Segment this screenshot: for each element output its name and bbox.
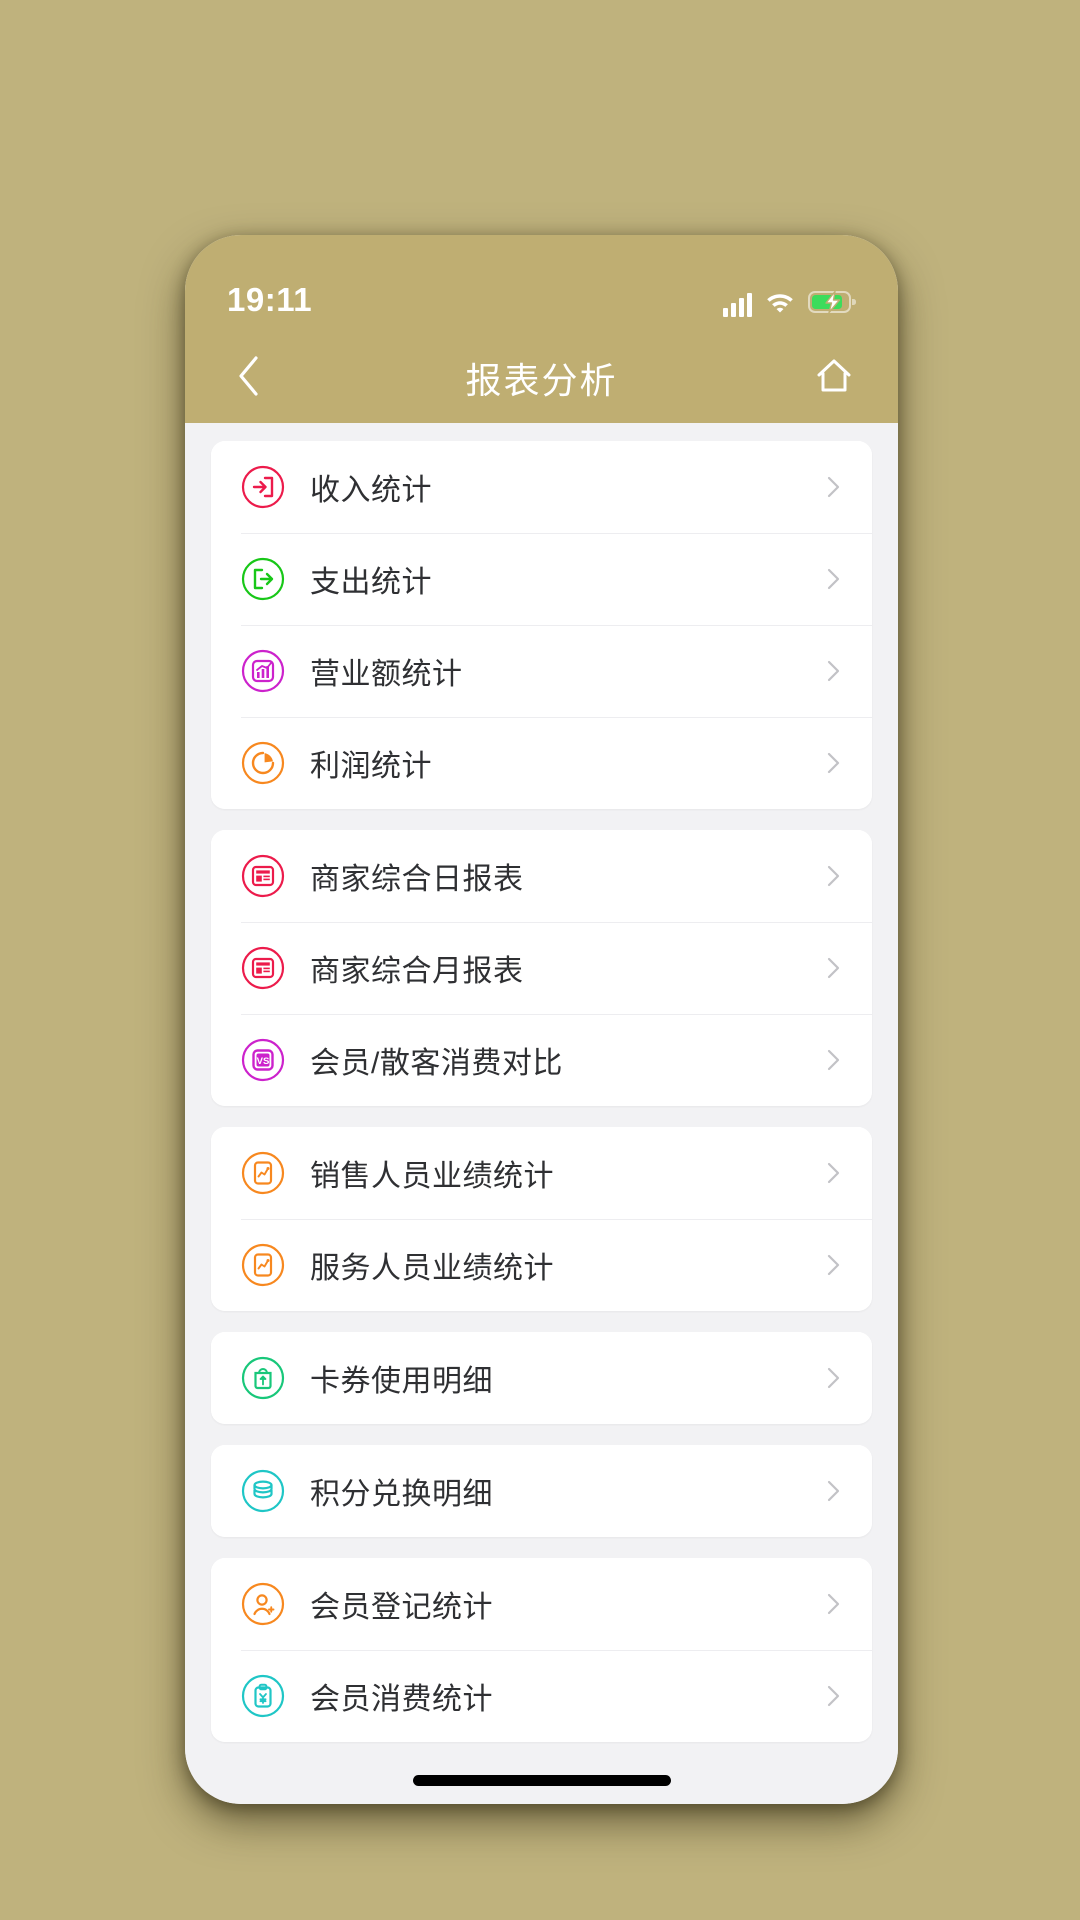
- list-item-label: 商家综合日报表: [310, 863, 524, 896]
- list-item-label: 卡券使用明细: [310, 1365, 493, 1398]
- group-member: 会员登记统计 会员消费统计: [211, 1558, 872, 1742]
- turnover-bar-chart-icon: [241, 649, 285, 693]
- daily-report-icon: [241, 854, 285, 898]
- list-item-label: 商家综合月报表: [310, 955, 524, 988]
- list-item-label: 收入统计: [310, 474, 432, 507]
- chevron-right-icon: [820, 1047, 846, 1073]
- list-item[interactable]: 积分兑换明细: [211, 1445, 872, 1537]
- list-item[interactable]: 会员登记统计: [211, 1558, 872, 1650]
- list-item[interactable]: 服务人员业绩统计: [211, 1219, 872, 1311]
- chevron-right-icon: [820, 566, 846, 592]
- group-finance: 收入统计 支出统计 营业额统计 利润统计: [211, 441, 872, 809]
- group-points: 积分兑换明细: [211, 1445, 872, 1537]
- group-merchant-reports: 商家综合日报表 商家综合月报表 VS 会员/散客消费对比: [211, 830, 872, 1106]
- member-spend-clipboard-icon: [241, 1674, 285, 1718]
- list-item-label: 会员/散客消费对比: [310, 1047, 563, 1080]
- profit-pie-chart-icon: [241, 741, 285, 785]
- status-bar-icons: [723, 290, 856, 319]
- home-button[interactable]: [806, 350, 862, 406]
- signal-bars-icon: [723, 292, 752, 317]
- svg-text:VS: VS: [257, 1056, 270, 1067]
- member-register-user-icon: [241, 1582, 285, 1626]
- chevron-left-icon: [236, 355, 262, 402]
- service-performance-icon: [241, 1243, 285, 1287]
- member-vs-guest-icon: VS: [241, 1038, 285, 1082]
- page-title: 报表分析: [465, 360, 618, 401]
- list-item[interactable]: 商家综合月报表: [211, 922, 872, 1014]
- status-bar: 19:11: [185, 235, 898, 333]
- battery-charging-icon: [808, 290, 856, 319]
- list-item-label: 会员消费统计: [310, 1683, 493, 1716]
- list-item-label: 利润统计: [310, 750, 432, 783]
- list-item-label: 销售人员业绩统计: [310, 1160, 554, 1193]
- list-item[interactable]: 收入统计: [211, 441, 872, 533]
- home-indicator-bar: [412, 1775, 671, 1786]
- group-coupon: 卡券使用明细: [211, 1332, 872, 1424]
- expense-logout-arrow-icon: [241, 557, 285, 601]
- list-item-label: 会员登记统计: [310, 1591, 493, 1624]
- back-button[interactable]: [221, 350, 277, 406]
- list-item[interactable]: 卡券使用明细: [211, 1332, 872, 1424]
- phone-frame: 19:11 报表分析 收入统计 支出统计 营业额统计 利润统计 商家综合日报表 …: [185, 235, 898, 1804]
- status-time: 19:11: [227, 281, 313, 318]
- chevron-right-icon: [820, 658, 846, 684]
- chevron-right-icon: [820, 1591, 846, 1617]
- list-item-label: 支出统计: [310, 566, 432, 599]
- chevron-right-icon: [820, 1252, 846, 1278]
- report-list[interactable]: 收入统计 支出统计 营业额统计 利润统计 商家综合日报表 商家综合月报表 VS …: [185, 423, 898, 1804]
- chevron-right-icon: [820, 1160, 846, 1186]
- chevron-right-icon: [820, 1478, 846, 1504]
- list-item[interactable]: VS 会员/散客消费对比: [211, 1014, 872, 1106]
- points-coins-icon: [241, 1469, 285, 1513]
- list-item-label: 积分兑换明细: [310, 1478, 493, 1511]
- chevron-right-icon: [820, 863, 846, 889]
- chevron-right-icon: [820, 474, 846, 500]
- group-staff-performance: 销售人员业绩统计 服务人员业绩统计: [211, 1127, 872, 1311]
- sales-performance-icon: [241, 1151, 285, 1195]
- list-item[interactable]: 支出统计: [211, 533, 872, 625]
- list-item[interactable]: 营业额统计: [211, 625, 872, 717]
- monthly-report-icon: [241, 946, 285, 990]
- list-item[interactable]: 商家综合日报表: [211, 830, 872, 922]
- list-item[interactable]: 会员消费统计: [211, 1650, 872, 1742]
- chevron-right-icon: [820, 1683, 846, 1709]
- list-item[interactable]: 销售人员业绩统计: [211, 1127, 872, 1219]
- wifi-icon: [765, 290, 795, 319]
- chevron-right-icon: [820, 955, 846, 981]
- list-item[interactable]: 利润统计: [211, 717, 872, 809]
- home-icon: [813, 355, 855, 402]
- chevron-right-icon: [820, 750, 846, 776]
- list-item-label: 服务人员业绩统计: [310, 1252, 554, 1285]
- coupon-gift-bag-icon: [241, 1356, 285, 1400]
- list-item-label: 营业额统计: [310, 658, 463, 691]
- chevron-right-icon: [820, 1365, 846, 1391]
- nav-bar: 报表分析: [185, 333, 898, 423]
- income-login-arrow-icon: [241, 465, 285, 509]
